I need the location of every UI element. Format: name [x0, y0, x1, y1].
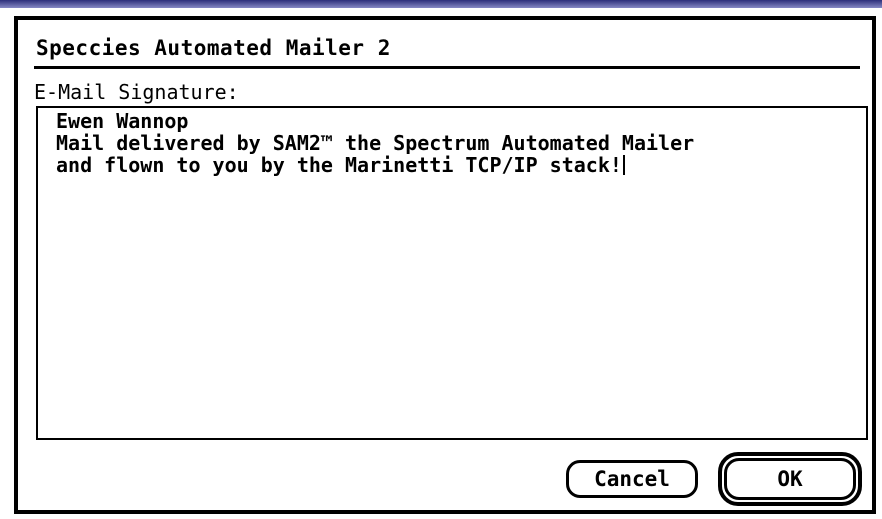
signature-field-label: E-Mail Signature:: [34, 80, 239, 104]
signature-textarea[interactable]: Ewen Wannop Mail delivered by SAM2™ the …: [36, 106, 868, 440]
signature-line-3: and flown to you by the Marinetti TCP/IP…: [56, 154, 866, 176]
signature-line-1: Ewen Wannop: [56, 109, 189, 133]
dialog-title: Speccies Automated Mailer 2: [36, 36, 391, 60]
signature-line-2: Mail delivered by SAM2™ the Spectrum Aut…: [56, 131, 695, 155]
ok-button[interactable]: OK: [724, 458, 856, 500]
text-caret: [622, 155, 625, 175]
signature-dialog: Speccies Automated Mailer 2 E-Mail Signa…: [14, 16, 876, 514]
title-divider: [34, 66, 860, 69]
cancel-button[interactable]: Cancel: [566, 460, 698, 498]
window-top-edge: [0, 0, 882, 8]
signature-line-3-text: and flown to you by the Marinetti TCP/IP…: [56, 153, 622, 177]
